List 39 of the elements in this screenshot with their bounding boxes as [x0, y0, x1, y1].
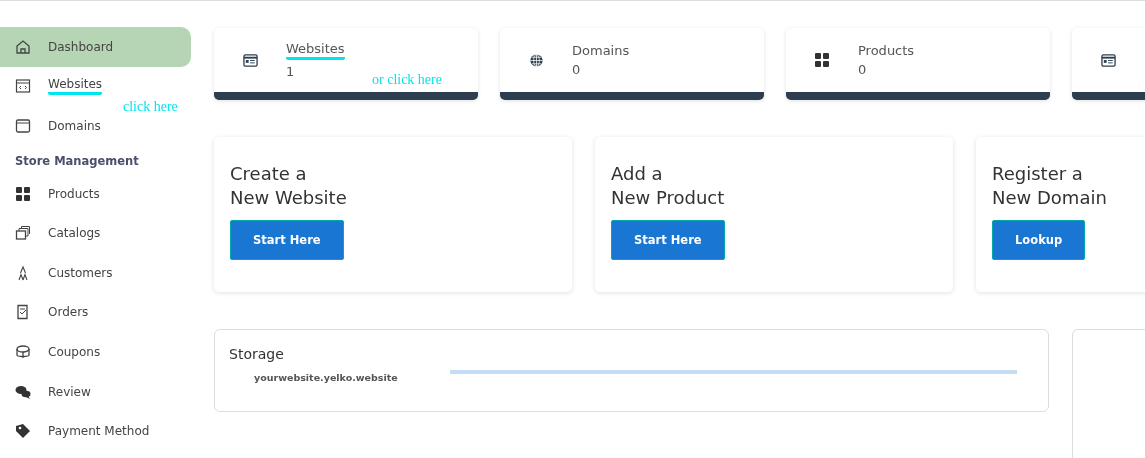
globe-icon — [528, 52, 544, 68]
sidebar-item[interactable]: Payment Method — [0, 411, 191, 451]
id-card-icon — [242, 52, 258, 68]
stat-label: Domains — [572, 43, 630, 58]
grid-icon — [814, 52, 830, 68]
action-button[interactable]: Lookup — [992, 220, 1086, 260]
stat-value: 1 — [286, 64, 296, 79]
sidebar-item[interactable]: Customers — [0, 252, 191, 293]
stacked-windows-icon — [15, 225, 31, 242]
home-icon — [15, 38, 31, 55]
sidebar-item[interactable]: Products — [0, 173, 191, 214]
sidebar-item[interactable]: Dashboard — [0, 27, 191, 67]
annotation-text: click here — [123, 99, 178, 115]
action-button[interactable]: Start Here — [611, 220, 725, 260]
card-title: Create a New Website — [230, 162, 347, 210]
window-icon — [15, 118, 31, 134]
site-address: yourwebsite.yelko.website — [254, 372, 398, 383]
section-heading: Store Management — [14, 152, 140, 170]
id-card-icon — [1100, 52, 1116, 68]
card-title: Storage — [229, 346, 285, 362]
sidebar-item[interactable]: Orders — [0, 292, 191, 333]
annotation-text: or click here — [372, 72, 442, 88]
code-window-icon — [15, 78, 31, 95]
gift-box-icon — [15, 343, 31, 360]
grid-icon — [15, 185, 31, 202]
sidebar-item[interactable]: Review — [0, 371, 191, 412]
tag-icon — [15, 423, 31, 440]
document-icon — [15, 304, 31, 321]
card-title: Add a New Product — [611, 162, 725, 210]
chat-bubbles-icon — [15, 383, 31, 400]
stat-value: 0 — [858, 62, 868, 77]
action-button[interactable]: Start Here — [230, 220, 344, 260]
people-icon — [15, 264, 31, 281]
card-title: Register a New Domain — [992, 162, 1107, 210]
stat-label: Websites — [286, 41, 345, 60]
sidebar-item[interactable]: Coupons — [0, 332, 191, 372]
sidebar-item[interactable]: Catalogs — [0, 213, 191, 253]
stat-value: 0 — [572, 62, 582, 77]
stat-label: Products — [858, 43, 915, 58]
